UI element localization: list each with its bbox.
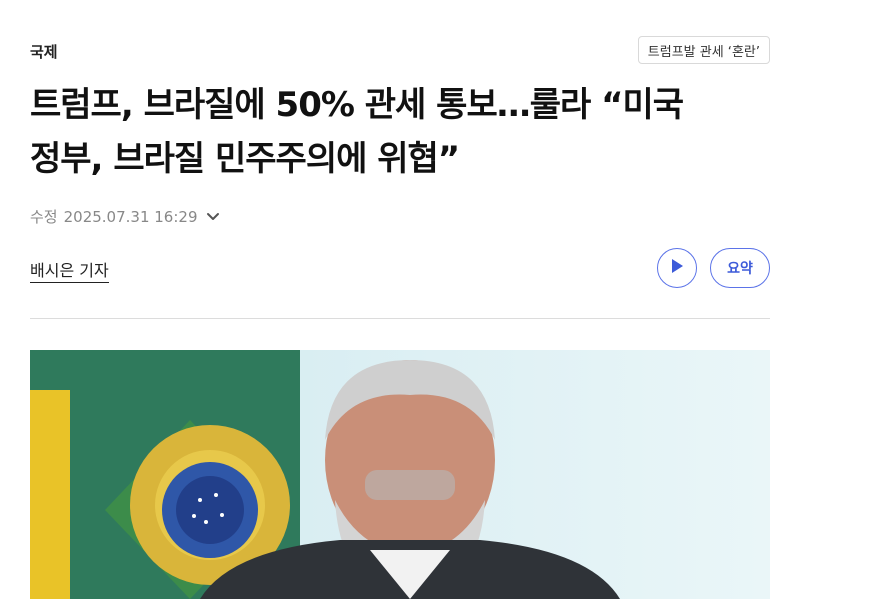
reporter-link[interactable]: 배시은 기자 — [30, 257, 109, 283]
play-icon — [670, 258, 684, 278]
article-header: 국제 트럼프발 관세 ‘혼란’ 트럼프, 브라질에 50% 관세 통보…룰라 “… — [30, 0, 770, 599]
chevron-down-icon[interactable] — [206, 212, 220, 222]
headline: 트럼프, 브라질에 50% 관세 통보…룰라 “미국 정부, 브라질 민주주의에… — [30, 78, 770, 186]
summary-button[interactable]: 요약 — [710, 248, 770, 288]
headline-line-1: 트럼프, 브라질에 50% 관세 통보…룰라 “미국 — [30, 85, 684, 125]
modified-label: 수정 — [30, 208, 58, 226]
divider — [30, 318, 770, 319]
timestamp: 2025.07.31 16:29 — [63, 207, 198, 226]
article-photo — [30, 350, 770, 599]
audio-play-button[interactable] — [657, 248, 697, 288]
article-meta: 수정 2025.07.31 16:29 — [30, 206, 220, 227]
headline-line-2: 정부, 브라질 민주주의에 위협” — [30, 139, 460, 179]
section-label[interactable]: 국제 — [30, 41, 58, 62]
topic-tag[interactable]: 트럼프발 관세 ‘혼란’ — [637, 36, 770, 64]
